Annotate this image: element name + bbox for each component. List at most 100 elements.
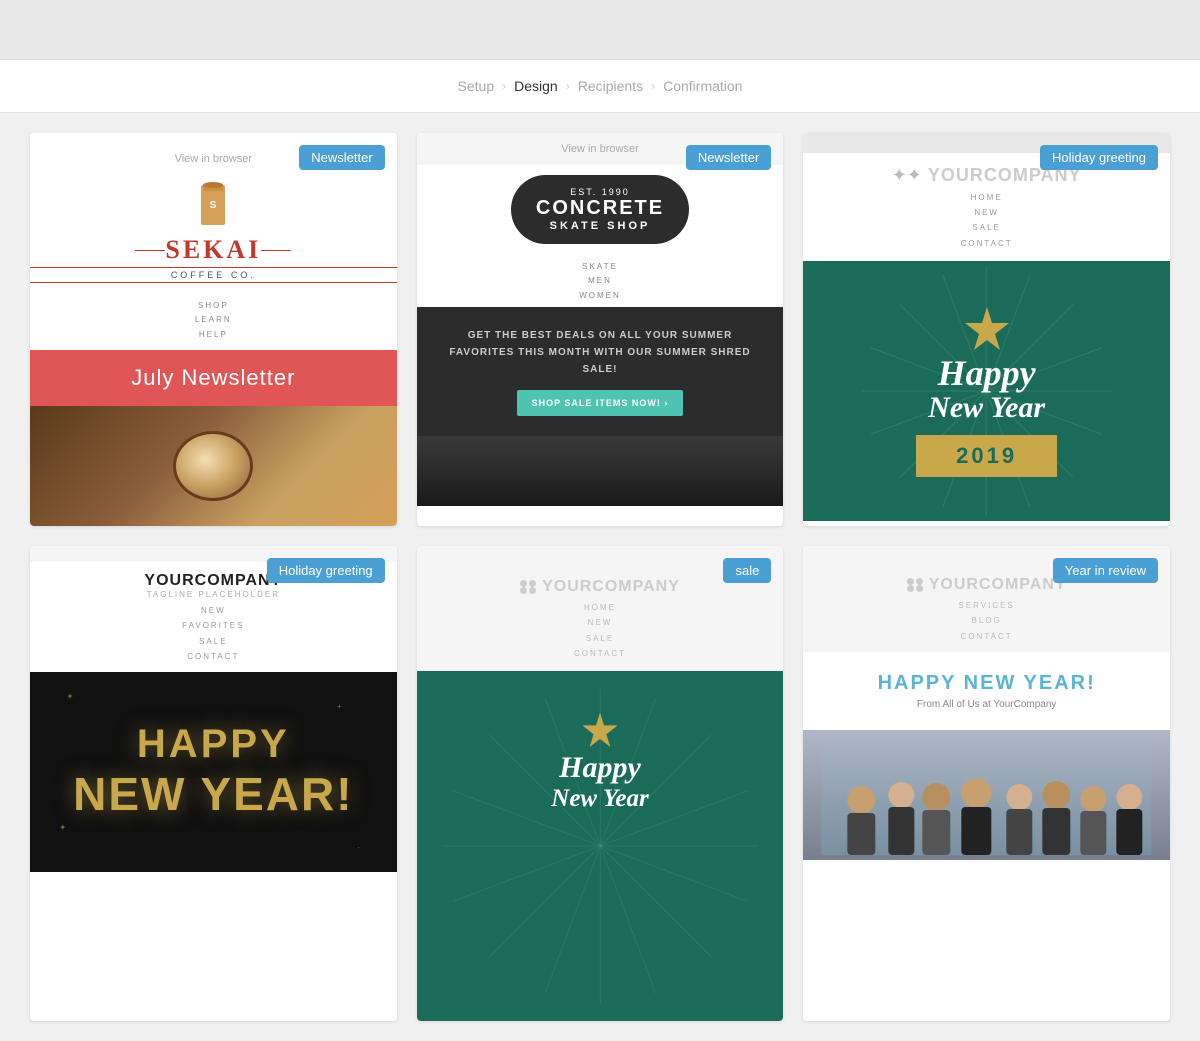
template-card-1[interactable]: Newsletter View in browser S SEKAI	[30, 133, 397, 526]
concrete-nav-men[interactable]: MEN	[417, 274, 784, 288]
yr-content: HAPPY NEW YEAR! From All of Us at YourCo…	[803, 652, 1170, 730]
card6-inner: Year in review YOURCOMPANY SERVICES	[803, 546, 1170, 860]
breadcrumb: Setup › Design › Recipients › Confirmati…	[0, 60, 1200, 113]
main-content: Newsletter View in browser S SEKAI	[0, 113, 1200, 1041]
hg1-nav-new[interactable]: NEW	[803, 205, 1170, 220]
hg1-year: 2019	[956, 443, 1017, 469]
s2-nav-sale[interactable]: SALE	[417, 631, 784, 646]
template-card-5[interactable]: sale YOURCOMPANY HOME NEW	[417, 546, 784, 1021]
breadcrumb-setup[interactable]: Setup	[458, 78, 495, 94]
yr-nav-contact[interactable]: CONTACT	[803, 629, 1170, 644]
view-in-browser-2[interactable]: View in browser	[561, 143, 638, 155]
sekai-logo: S SEKAI COFFEE CO.	[30, 175, 397, 291]
s2-logo-icon	[520, 580, 536, 594]
breadcrumb-sep-2: ›	[566, 79, 570, 93]
yr-subline: From All of Us at YourCompany	[823, 699, 1150, 710]
hg2-nav-fav[interactable]: FAVORITES	[30, 618, 397, 633]
hg2-nav-contact[interactable]: CONTACT	[30, 649, 397, 664]
concrete-est: EST. 1990	[536, 187, 664, 197]
hg1-nav-contact[interactable]: CONTACT	[803, 236, 1170, 251]
s2-happy: Happy	[559, 751, 641, 785]
hg1-happy: Happy	[938, 355, 1036, 391]
card4-inner: Holiday greeting YOURCOMPANY TAGLINE PLA…	[30, 546, 397, 872]
yr-headline: HAPPY NEW YEAR!	[823, 672, 1150, 695]
coffee-latte-art	[173, 431, 253, 501]
hg1-hero-image: Happy New Year 2019	[803, 261, 1170, 521]
hg2-nav-sale[interactable]: SALE	[30, 634, 397, 649]
s2-nav-home[interactable]: HOME	[417, 600, 784, 615]
concrete-nav-skate[interactable]: SKATE	[417, 260, 784, 274]
badge-holiday-1: Holiday greeting	[1040, 145, 1158, 170]
template-card-2[interactable]: Newsletter View in browser EST. 1990 CON…	[417, 133, 784, 526]
yr-nav-blog[interactable]: BLOG	[803, 613, 1170, 628]
card1-inner: Newsletter View in browser S SEKAI	[30, 133, 397, 526]
sparkle-2: +	[337, 702, 342, 711]
sekai-brand-sub: COFFEE CO.	[30, 267, 397, 283]
concrete-cta-button[interactable]: SHOP SALE ITEMS NOW! ›	[517, 390, 684, 416]
yr-nav-services[interactable]: SERVICES	[803, 598, 1170, 613]
svg-text:S: S	[210, 200, 217, 211]
badge-sale-1: sale	[723, 558, 771, 583]
star-icon	[962, 305, 1012, 355]
sekai-nav-learn[interactable]: LEARN	[30, 313, 397, 327]
badge-newsletter-1: Newsletter	[299, 145, 384, 170]
template-grid: Newsletter View in browser S SEKAI	[30, 133, 1170, 1021]
concrete-brand-sub: SKATE SHOP	[536, 220, 664, 232]
concrete-logo: EST. 1990 CONCRETE SKATE SHOP	[417, 165, 784, 254]
hg2-happy: HAPPY	[137, 722, 290, 767]
s2-nav: HOME NEW SALE CONTACT	[417, 596, 784, 665]
yr-photo	[803, 730, 1170, 860]
sekai-hero-image	[30, 406, 397, 526]
concrete-badge: EST. 1990 CONCRETE SKATE SHOP	[511, 175, 689, 244]
hg2-tagline: TAGLINE PLACEHOLDER	[30, 590, 397, 599]
sekai-headline: July Newsletter	[45, 365, 382, 391]
yr-logo-icon	[907, 578, 923, 592]
people-silhouette-svg	[803, 730, 1170, 855]
top-bar	[0, 0, 1200, 60]
hg2-nav: NEW FAVORITES SALE CONTACT	[30, 599, 397, 668]
breadcrumb-sep-1: ›	[502, 79, 506, 93]
sekai-cup-icon: S	[193, 180, 233, 230]
sekai-nav-help[interactable]: HELP	[30, 328, 397, 342]
badge-year-1: Year in review	[1053, 558, 1158, 583]
hg1-nav-home[interactable]: HOME	[803, 190, 1170, 205]
template-card-3[interactable]: Holiday greeting ✦✦ YOURCOMPANY HOME NEW…	[803, 133, 1170, 526]
breadcrumb-confirmation[interactable]: Confirmation	[663, 78, 742, 94]
s2-new-year: New Year	[551, 785, 648, 813]
card5-inner: sale YOURCOMPANY HOME NEW	[417, 546, 784, 1021]
concrete-promo-text: GET THE BEST DEALS ON ALL YOUR SUMMER FA…	[437, 327, 764, 378]
s2-nav-contact[interactable]: CONTACT	[417, 646, 784, 661]
yr-people-image	[803, 730, 1170, 860]
concrete-promo: GET THE BEST DEALS ON ALL YOUR SUMMER FA…	[417, 307, 784, 436]
sekai-brand-name: SEKAI	[165, 235, 261, 265]
breadcrumb-sep-3: ›	[651, 79, 655, 93]
template-card-4[interactable]: Holiday greeting YOURCOMPANY TAGLINE PLA…	[30, 546, 397, 1021]
s2-star-icon	[580, 711, 620, 751]
hg1-new-year: New Year	[928, 391, 1045, 425]
yr-nav: SERVICES BLOG CONTACT	[803, 594, 1170, 648]
hg2-new-year: NEW YEAR!	[73, 767, 353, 821]
sparkle-3: ✦	[59, 823, 66, 832]
s2-nav-new[interactable]: NEW	[417, 615, 784, 630]
hg2-nav-new[interactable]: NEW	[30, 603, 397, 618]
sekai-banner: July Newsletter	[30, 350, 397, 406]
breadcrumb-recipients[interactable]: Recipients	[578, 78, 643, 94]
concrete-nav-women[interactable]: WOMEN	[417, 289, 784, 303]
concrete-brand-name: CONCRETE	[536, 197, 664, 220]
sparkle-4: ·	[357, 843, 360, 852]
badge-holiday-2: Holiday greeting	[267, 558, 385, 583]
hg1-nav: HOME NEW SALE CONTACT	[803, 186, 1170, 255]
hg2-hero-image: ✦ + ✦ · HAPPY NEW YEAR!	[30, 672, 397, 872]
hg1-logo-icon: ✦✦	[892, 165, 922, 186]
hg1-nav-sale[interactable]: SALE	[803, 220, 1170, 235]
sekai-nav-shop[interactable]: SHOP	[30, 299, 397, 313]
s2-company: YOURCOMPANY	[542, 578, 680, 596]
template-card-6[interactable]: Year in review YOURCOMPANY SERVICES	[803, 546, 1170, 1021]
view-in-browser-1[interactable]: View in browser	[175, 153, 252, 165]
card3-inner: Holiday greeting ✦✦ YOURCOMPANY HOME NEW…	[803, 133, 1170, 521]
breadcrumb-design[interactable]: Design	[514, 78, 558, 94]
yr-company: YOURCOMPANY	[929, 576, 1067, 594]
s2-hero-image: Happy New Year	[417, 671, 784, 1021]
badge-newsletter-2: Newsletter	[686, 145, 771, 170]
sekai-nav: SHOP LEARN HELP	[30, 291, 397, 350]
